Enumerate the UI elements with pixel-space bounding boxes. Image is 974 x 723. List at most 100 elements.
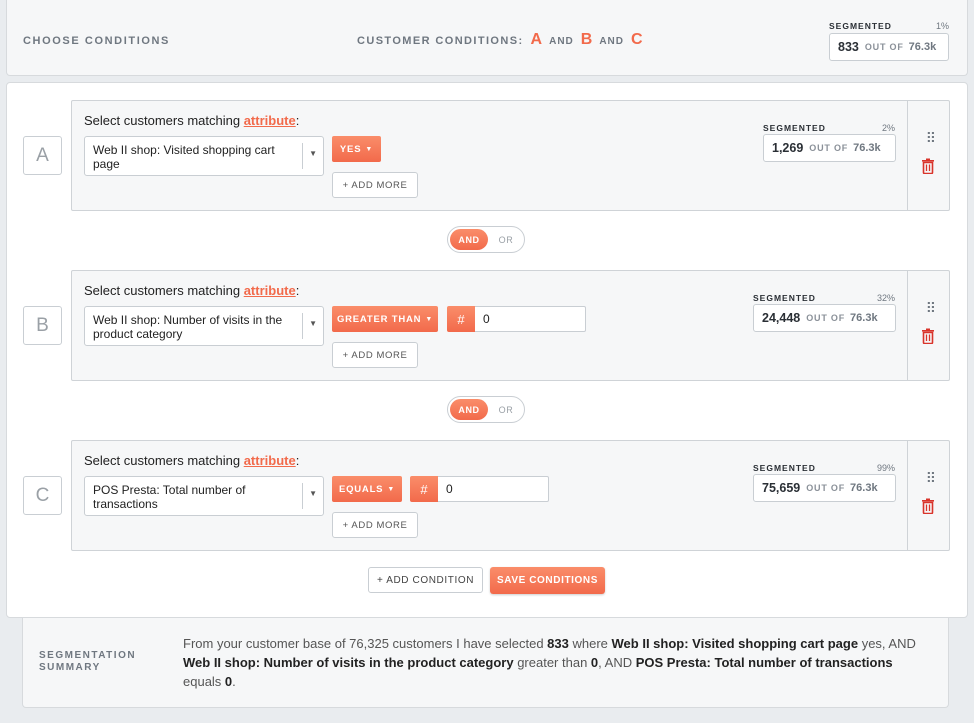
condition-letter-b: B (580, 31, 593, 48)
segmentation-summary: SEGMENTATION SUMMARY From your customer … (22, 618, 949, 708)
toggle-and-option[interactable]: AND (450, 229, 488, 250)
summary-highlight: POS Presta: Total number of transactions (635, 655, 893, 670)
save-conditions-button[interactable]: SAVE CONDITIONS (490, 567, 605, 594)
drag-handle-icon[interactable]: ⠿ (926, 301, 936, 315)
and-word: AND (599, 36, 624, 47)
out-of-label: OUT OF (806, 313, 846, 323)
select-divider (302, 143, 303, 169)
segmented-total: 76.3k (850, 482, 878, 494)
condition-actions: ⠿ (907, 101, 949, 210)
summary-highlight: Web II shop: Number of visits in the pro… (183, 655, 514, 670)
title-prefix: Select customers matching (84, 453, 241, 468)
attribute-link[interactable]: attribute (244, 113, 296, 128)
segmented-count-box: 75,659 OUT OF 76.3k (753, 474, 896, 502)
title-suffix: : (295, 453, 300, 468)
segmented-percent: 32% (876, 293, 895, 303)
chevron-down-icon: ▼ (309, 149, 317, 158)
segmented-count-box: 833 OUT OF 76.3k (829, 33, 949, 61)
segmented-count: 1,269 (772, 141, 804, 155)
condition-c-card: Select customers matching attribute: POS… (71, 440, 950, 551)
summary-text: greater than (513, 655, 591, 670)
condition-a-card: Select customers matching attribute: Web… (71, 100, 950, 211)
trash-icon[interactable] (921, 328, 935, 344)
summary-text: From your customer base of 76,325 custom… (183, 636, 548, 651)
summary-text: , AND (598, 655, 636, 670)
condition-title: Select customers matching attribute: (84, 453, 299, 468)
chevron-down-icon: ▼ (425, 315, 434, 323)
segmented-label: SEGMENTED (763, 123, 826, 133)
add-more-button[interactable]: + ADD MORE (332, 172, 418, 198)
add-more-button[interactable]: + ADD MORE (332, 342, 418, 368)
out-of-label: OUT OF (806, 483, 846, 493)
condition-actions: ⠿ (907, 441, 949, 550)
drag-handle-icon[interactable]: ⠿ (926, 471, 936, 485)
toggle-and-option[interactable]: AND (450, 399, 488, 420)
and-or-toggle[interactable]: AND OR (447, 226, 525, 253)
condition-b-card: Select customers matching attribute: Web… (71, 270, 950, 381)
customer-conditions-summary: CUSTOMER CONDITIONS: A AND B AND C (357, 31, 643, 49)
condition-actions: ⠿ (907, 271, 949, 380)
value-input[interactable]: 0 (438, 476, 549, 502)
condition-a-letter-box: A (23, 136, 62, 175)
operator-dropdown[interactable]: GREATER THAN ▼ (332, 306, 438, 332)
condition-title: Select customers matching attribute: (84, 113, 299, 128)
summary-text: where (568, 636, 612, 651)
select-divider (302, 313, 303, 339)
segmented-total: 76.3k (908, 41, 937, 53)
trash-icon[interactable] (921, 158, 935, 174)
and-word: AND (549, 36, 574, 47)
segmented-percent: 2% (881, 123, 895, 133)
attribute-select-value: Web II shop: Visited shopping cart page (93, 143, 275, 171)
conditions-panel: A Select customers matching attribute: W… (6, 82, 968, 618)
attribute-select-value: Web II shop: Number of visits in the pro… (93, 313, 283, 341)
operator-label: EQUALS (338, 483, 384, 495)
segmentation-summary-label: SEGMENTATION SUMMARY (39, 650, 137, 673)
chevron-down-icon: ▼ (365, 145, 374, 153)
summary-highlight: Web II shop: Visited shopping cart page (611, 636, 859, 651)
conditions-header: CHOOSE CONDITIONS CUSTOMER CONDITIONS: A… (6, 0, 968, 76)
operator-dropdown[interactable]: YES ▼ (332, 136, 381, 162)
title-suffix: : (295, 113, 300, 128)
choose-conditions-label: CHOOSE CONDITIONS (23, 35, 170, 47)
segmented-count: 75,659 (762, 481, 801, 495)
add-more-button[interactable]: + ADD MORE (332, 512, 418, 538)
toggle-or-option[interactable]: OR (490, 399, 522, 420)
segmented-count: 24,448 (762, 311, 801, 325)
attribute-select-value: POS Presta: Total number of transactions (93, 483, 246, 511)
and-or-toggle[interactable]: AND OR (447, 396, 525, 423)
attribute-select[interactable]: Web II shop: Number of visits in the pro… (84, 306, 324, 346)
segmented-total: 76.3k (850, 312, 878, 324)
hash-icon: # (410, 476, 438, 502)
select-divider (302, 483, 303, 509)
operator-label: YES (339, 143, 362, 155)
segmented-label: SEGMENTED (829, 21, 892, 31)
condition-c-letter-box: C (23, 476, 62, 515)
title-prefix: Select customers matching (84, 113, 241, 128)
attribute-select[interactable]: Web II shop: Visited shopping cart page … (84, 136, 324, 176)
condition-b-letter-box: B (23, 306, 62, 345)
summary-highlight: 833 (547, 636, 569, 651)
attribute-link[interactable]: attribute (244, 453, 296, 468)
segmented-label: SEGMENTED (753, 293, 816, 303)
hash-icon: # (447, 306, 475, 332)
segmented-percent: 99% (876, 463, 895, 473)
segmentation-summary-text: From your customer base of 76,325 custom… (183, 634, 933, 691)
operator-dropdown[interactable]: EQUALS ▼ (332, 476, 402, 502)
out-of-label: OUT OF (864, 42, 904, 52)
operator-label: GREATER THAN (336, 313, 422, 325)
trash-icon[interactable] (921, 498, 935, 514)
toggle-or-option[interactable]: OR (490, 229, 522, 250)
segmented-total: 76.3k (853, 142, 881, 154)
chevron-down-icon: ▼ (309, 489, 317, 498)
segmented-percent: 1% (935, 21, 949, 31)
chevron-down-icon: ▼ (309, 319, 317, 328)
drag-handle-icon[interactable]: ⠿ (926, 131, 936, 145)
add-condition-button[interactable]: + ADD CONDITION (368, 567, 483, 593)
segmented-count-box: 24,448 OUT OF 76.3k (753, 304, 896, 332)
summary-text: yes, AND (858, 636, 916, 651)
attribute-link[interactable]: attribute (244, 283, 296, 298)
condition-letter-c: C (631, 31, 643, 48)
segmented-label: SEGMENTED (753, 463, 816, 473)
attribute-select[interactable]: POS Presta: Total number of transactions… (84, 476, 324, 516)
value-input[interactable]: 0 (475, 306, 586, 332)
